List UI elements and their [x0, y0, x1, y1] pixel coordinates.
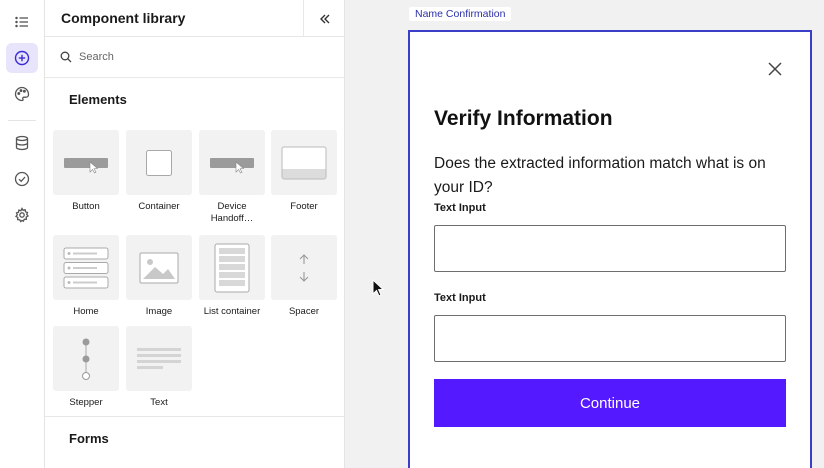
database-icon [15, 135, 29, 151]
tile-label: Footer [290, 201, 318, 212]
rail-item-layers[interactable] [6, 7, 38, 37]
container-thumbnail-icon [146, 149, 172, 176]
collapse-panel-button[interactable] [303, 0, 345, 37]
close-button[interactable] [764, 58, 786, 80]
palette-icon [14, 86, 30, 102]
rail-divider [8, 120, 36, 121]
left-rail [0, 0, 45, 468]
panel-title: Component library [61, 10, 186, 26]
component-tile-image[interactable]: Image [126, 235, 192, 318]
list-icon [15, 16, 28, 28]
field-label-1: Text Input [434, 202, 486, 214]
section-title-elements: Elements [69, 92, 127, 107]
stepper-thumbnail-icon [82, 338, 90, 380]
component-library-panel: Component library Elements Button [45, 0, 345, 468]
component-tile-home[interactable]: Home [53, 235, 119, 318]
rail-item-add[interactable] [6, 43, 38, 73]
component-tile-spacer[interactable]: Spacer [271, 235, 337, 318]
text-input-2[interactable] [434, 315, 786, 362]
tile-label: Text [150, 397, 168, 408]
home-thumbnail-icon [63, 247, 109, 288]
app-window: Component library Elements Button [0, 0, 824, 468]
screen-question: Does the extracted information match wha… [434, 155, 766, 196]
component-tile-device-handoff[interactable]: Device Handoff… [199, 130, 265, 225]
tile-label: Stepper [69, 397, 103, 408]
text-input-1[interactable] [434, 225, 786, 272]
close-icon [768, 62, 782, 76]
check-circle-icon [14, 171, 30, 187]
component-tile-text[interactable]: Text [126, 326, 192, 409]
image-thumbnail-icon [139, 252, 179, 283]
screen-frame[interactable]: Verify Information Does the extracted in… [408, 30, 812, 468]
rail-item-data[interactable] [6, 128, 38, 158]
frame-name-tag[interactable]: Name Confirmation [409, 7, 512, 21]
tile-label: Container [138, 201, 180, 212]
tile-label: List container [203, 306, 261, 317]
tile-label: Spacer [288, 306, 320, 317]
field-label-2: Text Input [434, 292, 486, 304]
rail-item-theme[interactable] [6, 79, 38, 109]
button-thumbnail-icon [64, 157, 108, 173]
component-tile-button[interactable]: Button [53, 130, 119, 213]
tile-label: Button [72, 201, 100, 212]
add-circle-icon [14, 50, 30, 66]
spacer-thumbnail-icon [299, 253, 309, 282]
text-thumbnail-icon [137, 347, 181, 369]
device-handoff-thumbnail-icon [210, 157, 254, 173]
mouse-cursor-icon [372, 279, 384, 297]
tile-label: Image [145, 306, 173, 317]
search-input[interactable] [79, 47, 329, 67]
tile-label: Device Handoff… [210, 201, 254, 224]
component-tile-stepper[interactable]: Stepper [53, 326, 119, 409]
component-tile-footer[interactable]: Footer [271, 130, 337, 213]
section-title-forms: Forms [69, 431, 109, 446]
tile-label: Home [73, 306, 99, 317]
search-icon [60, 51, 72, 63]
component-tile-container[interactable]: Container [126, 130, 192, 213]
component-tile-list-container[interactable]: List container [199, 235, 265, 318]
rail-item-settings[interactable] [6, 200, 38, 230]
continue-button[interactable]: Continue [434, 379, 786, 427]
search-bar [45, 37, 345, 78]
panel-header: Component library [45, 0, 345, 37]
chevrons-left-icon [319, 14, 329, 23]
list-container-thumbnail-icon [214, 243, 250, 292]
design-canvas[interactable]: Name Confirmation Verify Information Doe… [345, 0, 824, 468]
section-divider [45, 416, 345, 417]
rail-item-checks[interactable] [6, 164, 38, 194]
gear-icon [15, 207, 29, 223]
screen-heading: Verify Information [434, 107, 613, 130]
footer-thumbnail-icon [281, 146, 327, 179]
